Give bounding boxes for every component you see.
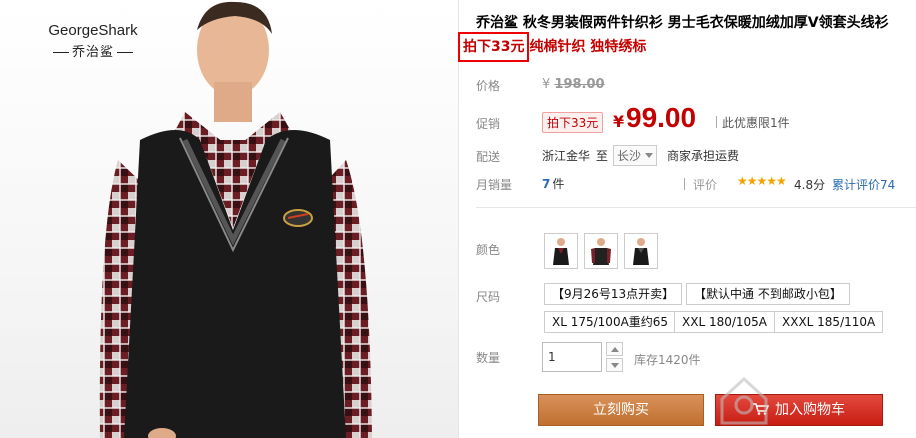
color-option-2[interactable] [584,233,618,269]
star-rating-icon: ★★★★★ [737,174,787,188]
size-option-notice-1[interactable]: 【9月26号13点开卖】 [544,283,683,305]
house-watermark-icon [720,376,768,425]
size-label: 尺码 [476,290,501,304]
quantity-input[interactable]: 1 [542,342,602,372]
review-label: 评价 [684,176,717,193]
color-option-3[interactable] [624,233,658,269]
ship-from-city: 浙江金华 [542,149,591,163]
shipping-label: 配送 [476,150,501,164]
destination-select[interactable]: 长沙 [613,145,658,166]
product-photo[interactable]: GeorgeShark 乔治鲨 [0,0,458,438]
promo-label: 促销 [476,117,501,131]
divider [458,0,459,438]
sales-count: 7件 [542,175,564,192]
product-title: 乔治鲨 秋冬男装假两件针织衫 男士毛衣保暖加绒加厚V领套头线衫 [476,15,889,31]
review-count-link[interactable]: 累计评价74 [832,176,895,193]
stock-count: 库存1420件 [634,353,701,367]
promo-badge: 拍下33元 [542,112,604,133]
rating-score: 4.8分 [794,178,826,192]
brand-logo: GeorgeShark 乔治鲨 [38,22,148,60]
original-price: ¥ 198.00 [542,77,605,92]
brand-name-en: GeorgeShark [48,22,138,39]
quantity-label: 数量 [476,351,501,365]
sales-count-number: 7 [542,177,551,191]
buy-now-button[interactable]: 立刻购买 [538,394,704,426]
brand-name-cn: 乔治鲨 [38,41,148,60]
quantity-increase-button[interactable] [606,342,623,356]
price-label: 价格 [476,79,501,93]
size-option-notice-2[interactable]: 【默认中通 不到邮政小包】 [686,283,850,305]
section-divider [476,207,916,208]
size-option-xxl[interactable]: XXL 180/105A [674,311,776,333]
size-option-xxxl[interactable]: XXXL 185/110A [774,311,884,333]
promo-price: 99.00 [626,102,697,133]
model-illustration [99,1,372,438]
sales-label: 月销量 [476,178,513,192]
original-price-value: 198.00 [554,77,605,92]
currency-symbol: ¥ [542,77,551,92]
color-label: 颜色 [476,243,501,257]
quantity-decrease-button[interactable] [606,358,623,372]
sales-unit: 件 [552,177,565,191]
vest-thumbnail-icon [591,238,611,265]
vest-thumbnail-icon [553,238,569,265]
chevron-down-icon [645,153,654,158]
ship-from: 浙江金华 至 [542,147,608,164]
vest-thumbnail-icon [633,238,649,265]
color-option-1[interactable] [544,233,578,269]
site-watermark [706,365,916,438]
promo-currency: ¥ [613,112,625,131]
product-subtitle: 拍下33元 纯棉针织 独特绣标 [458,32,647,62]
ship-to-word: 至 [595,149,608,163]
promo-rest-text: 纯棉针织 独特绣标 [529,39,647,55]
size-option-xl[interactable]: XL 175/100A重约65 [544,311,677,333]
promo-highlight-box: 拍下33元 [458,32,530,62]
freight-info: 商家承担运费 [667,149,740,163]
destination-city: 长沙 [617,149,642,163]
promo-limit: 此优惠限1件 [716,114,790,131]
